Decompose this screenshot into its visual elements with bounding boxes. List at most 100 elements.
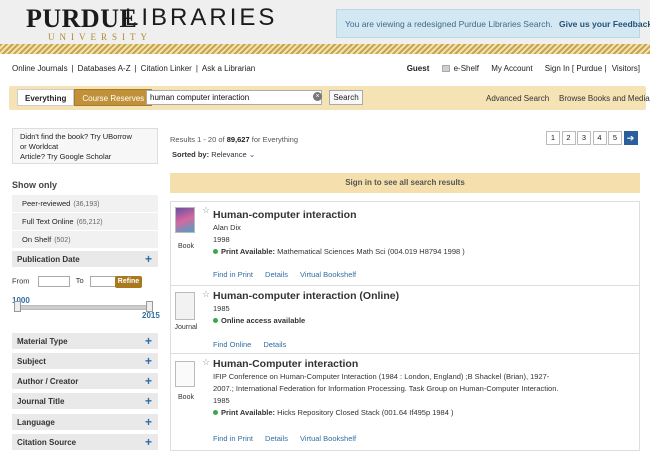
facet-count: (65,212) [76,219,103,226]
slider-min-handle[interactable] [14,301,21,312]
year-max-label: 2015 [142,311,160,320]
details-link[interactable]: Details [263,340,286,349]
nav-separator: | [134,64,137,73]
nav-separator: | [71,64,74,73]
details-link[interactable]: Details [265,434,288,443]
result-author-line-1: IFIP Conference on Human-Computer Intera… [213,372,550,381]
facet-count: (36,193) [73,201,100,208]
expand-plus-icon[interactable]: + [145,415,152,429]
from-year-input[interactable] [37,276,70,287]
avail-label: Print Available: [221,247,276,256]
star-icon[interactable]: ☆ [202,289,210,300]
redesign-notice: You are viewing a redesigned Purdue Libr… [336,9,650,38]
nav-citation-linker[interactable]: Citation Linker [141,64,192,73]
result-links: Find in Print Details Virtual Bookshelf [213,434,368,443]
clear-search-icon[interactable]: × [313,92,322,101]
star-icon[interactable]: ☆ [202,357,210,368]
expand-plus-icon[interactable]: + [145,394,152,408]
result-title[interactable]: Human-computer interaction [213,209,357,221]
suggestion-box: Didn't find the book? Try UBorrow or Wor… [12,128,158,164]
signin-banner[interactable]: Sign in to see all search results [170,173,640,193]
date-range-slider[interactable] [16,305,151,310]
book-cover-thumbnail[interactable] [175,361,195,387]
results-count-prefix: Results 1 - 20 of [170,135,225,144]
facet-header-journal-title[interactable]: Journal Title + [12,393,158,409]
facet-peer-reviewed[interactable]: Peer-reviewed (36,193) [12,195,158,212]
next-page-arrow-icon[interactable]: ➔ [623,131,638,145]
visitors-link[interactable]: Visitors] [612,64,640,73]
result-item: Book ☆ Human-Computer interaction IFIP C… [170,354,640,451]
logo-university-text: UNIVERSITY [48,32,152,42]
facet-header-label: Language [17,418,55,427]
facet-full-text-online[interactable]: Full Text Online (65,212) [12,213,158,230]
sort-dropdown[interactable]: Sorted by: Relevance ⌄ [172,150,255,159]
facet-header-label: Material Type [17,337,68,346]
facet-header-author[interactable]: Author / Creator + [12,373,158,389]
page-5-button[interactable]: 5 [608,131,622,145]
book-cover-thumbnail[interactable] [175,207,195,233]
page-4-button[interactable]: 4 [592,131,607,145]
result-title[interactable]: Human-computer interaction (Online) [213,290,399,302]
page-1-button[interactable]: 1 [546,131,560,145]
details-link[interactable]: Details [265,270,288,279]
expand-plus-icon[interactable]: + [145,435,152,449]
expand-plus-icon[interactable]: + [145,334,152,348]
facet-on-shelf[interactable]: On Shelf (502) [12,231,158,248]
facet-header-material-type[interactable]: Material Type + [12,333,158,349]
find-in-print-link[interactable]: Find in Print [213,270,253,279]
search-input[interactable]: human computer interaction [146,90,322,105]
nav-databases[interactable]: Databases A-Z [78,64,131,73]
facet-header-subject[interactable]: Subject + [12,353,158,369]
result-item: Book ☆ Human-computer interaction Alan D… [170,201,640,286]
from-label: From [12,276,30,286]
suggest-worldcat[interactable]: or Worldcat [20,142,150,152]
eshelf-link[interactable]: e-Shelf [454,64,479,73]
result-links: Find in Print Details Virtual Bookshelf [213,270,368,279]
facet-header-language[interactable]: Language + [12,414,158,430]
search-button[interactable]: Search [329,90,363,105]
star-icon[interactable]: ☆ [202,205,210,216]
my-account-link[interactable]: My Account [491,64,532,73]
page-3-button[interactable]: 3 [577,131,591,145]
suggest-uborrow[interactable]: Didn't find the book? Try UBorrow [20,132,150,142]
result-type: Book [178,243,194,250]
eshelf-icon[interactable] [441,65,450,72]
to-label: To [75,276,84,286]
facet-header-label: Publication Date [17,255,80,264]
nav-online-journals[interactable]: Online Journals [12,64,68,73]
logo-libraries-text[interactable]: LIBRARIES [125,4,277,32]
result-title[interactable]: Human-Computer interaction [213,358,358,370]
expand-plus-icon[interactable]: + [145,374,152,388]
avail-label: Print Available: [221,408,276,417]
facet-header-citation-source[interactable]: Citation Source + [12,434,158,450]
avail-location: Hicks Repository Closed Stack (001.64 If… [277,408,454,417]
result-links: Find Online Details [213,340,298,349]
facet-header-label: Journal Title [17,397,65,406]
suggest-google-scholar[interactable]: Article? Try Google Scholar [20,152,150,162]
available-dot-icon [213,410,218,415]
refine-button[interactable]: Refine [115,276,142,288]
nav-ask-librarian[interactable]: Ask a Librarian [202,64,255,73]
facet-label: Peer-reviewed [22,199,71,208]
notice-text: You are viewing a redesigned Purdue Libr… [345,19,553,29]
result-year: 1998 [213,235,230,244]
virtual-bookshelf-link[interactable]: Virtual Bookshelf [300,270,356,279]
find-online-link[interactable]: Find Online [213,340,251,349]
virtual-bookshelf-link[interactable]: Virtual Bookshelf [300,434,356,443]
facet-header-label: Subject [17,357,46,366]
availability-status: Print Available: Mathematical Sciences M… [213,247,465,256]
tab-everything[interactable]: Everything [17,89,75,106]
date-range-inputs: From To [12,276,122,287]
expand-plus-icon[interactable]: + [145,252,152,266]
facet-header-publication-date[interactable]: Publication Date + [12,251,158,267]
sort-label: Sorted by: [172,150,210,159]
advanced-search-link[interactable]: Advanced Search [486,94,549,103]
find-in-print-link[interactable]: Find in Print [213,434,253,443]
feedback-link[interactable]: Give us your Feedback » [559,19,650,29]
page-2-button[interactable]: 2 [561,131,576,145]
tab-course-reserves[interactable]: Course Reserves [74,89,153,106]
journal-thumbnail[interactable] [175,292,195,320]
expand-plus-icon[interactable]: + [145,354,152,368]
sign-in-link[interactable]: Sign In [ Purdue | [545,64,607,73]
browse-books-link[interactable]: Browse Books and Media [559,94,650,103]
